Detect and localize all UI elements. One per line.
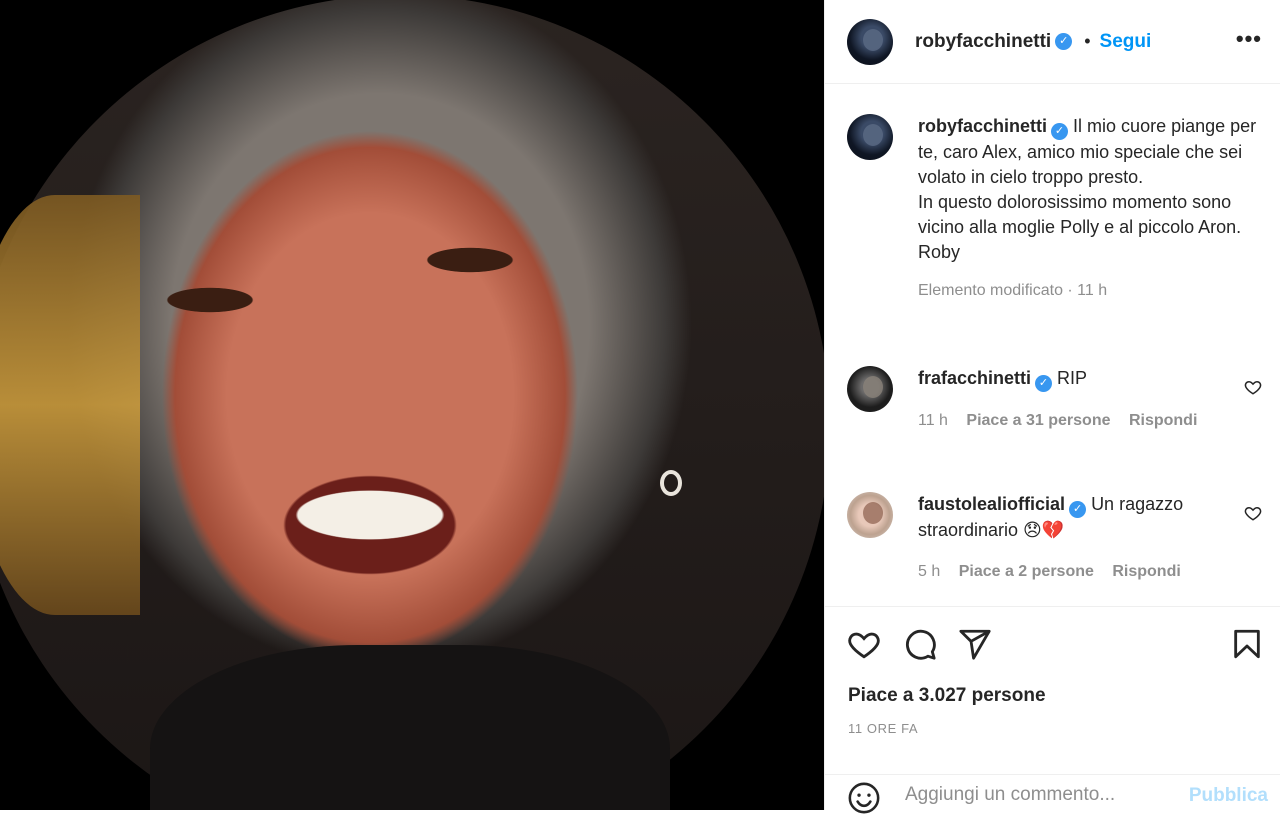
post-sidebar: robyfacchinetti ✓ • Segui ••• robyfacchi… [824, 0, 1280, 814]
caption-item: robyfacchinetti ✓ Il mio cuore piange per… [847, 114, 1266, 300]
comments-section[interactable]: robyfacchinetti ✓ Il mio cuore piange per… [825, 84, 1280, 606]
comment-time[interactable]: 5 h [918, 563, 940, 580]
post-media[interactable] [0, 0, 824, 810]
verified-icon: ✓ [1051, 123, 1069, 140]
caption-meta: Elemento modificato · 11 h [918, 282, 1108, 299]
share-icon[interactable] [958, 627, 992, 661]
author-avatar[interactable] [847, 114, 893, 160]
verified-icon: ✓ [1055, 33, 1073, 50]
comment-meta: 5 h Piace a 2 persone Rispondi [918, 563, 1266, 581]
commenter-avatar[interactable] [847, 492, 893, 538]
comment-time[interactable]: 11 h [918, 412, 948, 429]
verified-icon: ✓ [1035, 375, 1053, 392]
comment-item: frafacchinetti ✓ RIP 11 h Piace a 31 pers… [847, 366, 1266, 430]
caption-body: robyfacchinetti ✓ Il mio cuore piange per… [918, 114, 1266, 265]
heart-icon[interactable] [847, 627, 881, 661]
likes-count[interactable]: Piace a 3.027 persone [848, 685, 1046, 707]
comment-body: faustolealiofficial ✓ Un ragazzo straordi… [918, 492, 1236, 543]
publish-button[interactable]: Pubblica [1189, 785, 1268, 807]
comment-body: frafacchinetti ✓ RIP [918, 366, 1266, 392]
verified-icon: ✓ [1069, 501, 1087, 518]
bookmark-icon[interactable] [1230, 627, 1264, 661]
caption-username[interactable]: robyfacchinetti [918, 116, 1047, 136]
more-options-icon[interactable]: ••• [1236, 28, 1262, 50]
add-comment-bar: Pubblica [825, 774, 1280, 814]
post-time[interactable]: 11 ORE FA [848, 721, 918, 736]
comment-likes[interactable]: Piace a 2 persone [959, 563, 1094, 580]
action-bar: Piace a 3.027 persone 11 ORE FA [825, 606, 1280, 775]
comment-username[interactable]: faustolealiofficial [918, 494, 1065, 514]
comment-likes[interactable]: Piace a 31 persone [966, 412, 1110, 429]
comment-text: RIP [1057, 368, 1088, 388]
reply-button[interactable]: Rispondi [1129, 412, 1197, 429]
comment-username[interactable]: frafacchinetti [918, 368, 1031, 388]
comment-meta: 11 h Piace a 31 persone Rispondi [918, 412, 1266, 430]
post-photo [0, 0, 824, 810]
comment-icon[interactable] [903, 627, 937, 661]
photo-detail [660, 470, 682, 496]
post-header: robyfacchinetti ✓ • Segui ••• [825, 0, 1280, 84]
commenter-avatar[interactable] [847, 366, 893, 412]
author-username[interactable]: robyfacchinetti [915, 31, 1051, 53]
caption-text: Il mio cuore piange per te, caro Alex, a… [918, 116, 1257, 262]
reply-button[interactable]: Rispondi [1112, 563, 1180, 580]
author-avatar[interactable] [847, 18, 893, 65]
comment-like-heart-icon[interactable] [1244, 504, 1262, 522]
comment-input[interactable] [903, 783, 1177, 807]
comment-item: faustolealiofficial ✓ Un ragazzo straordi… [847, 492, 1266, 581]
comment-like-heart-icon[interactable] [1244, 378, 1262, 396]
separator-dot: • [1084, 31, 1091, 51]
follow-button[interactable]: Segui [1100, 31, 1152, 53]
